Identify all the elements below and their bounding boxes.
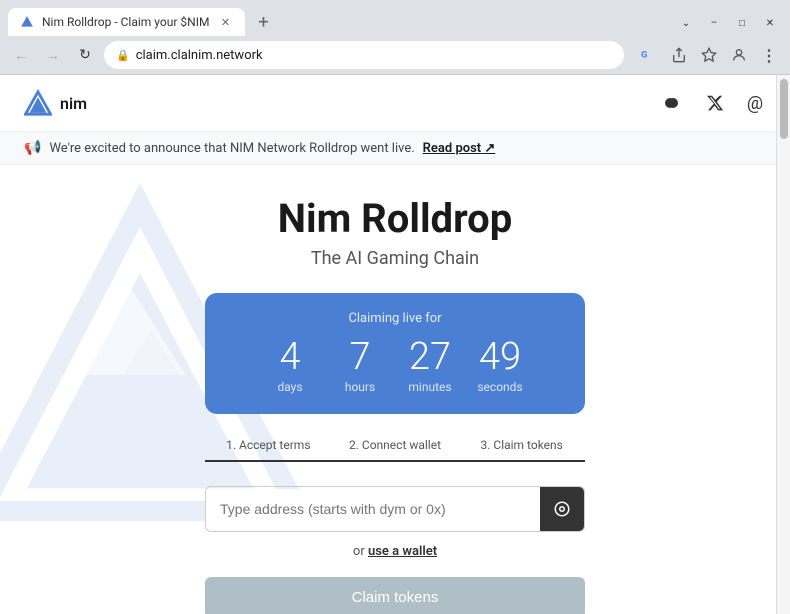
minutes-value: 27 [409,338,451,376]
google-icon[interactable]: G [636,42,662,68]
video-icon[interactable] [664,92,686,114]
announcement-text: We're excited to announce that NIM Netwo… [49,141,414,156]
main-content: Nim Rolldrop The AI Gaming Chain Claimin… [0,165,790,614]
browser-content-wrapper: nim @ 📢 We're excited to announce that N… [0,75,790,614]
use-wallet-link[interactable]: use a wallet [368,544,437,559]
page-title: Nim Rolldrop [20,195,770,242]
announcement-icon: 📢 [24,140,41,156]
site-header-icons: @ [664,92,766,114]
hours-unit: hours [345,380,375,394]
profile-icon[interactable] [726,42,752,68]
svg-text:G: G [641,50,647,61]
tab-bar: Nim Rolldrop - Claim your $NIM ✕ + ⌄ – □… [0,0,790,36]
minimize-button[interactable]: ⌄ [674,14,698,32]
days-value: 4 [279,338,300,376]
countdown-hours: 7 hours [335,338,385,394]
step-1[interactable]: 1. Accept terms [205,438,332,462]
announcement-bar: 📢 We're excited to announce that NIM Net… [0,132,790,165]
seconds-unit: seconds [477,380,522,394]
tab-favicon [20,15,34,29]
days-unit: days [277,380,302,394]
logo-icon [24,89,52,117]
lock-icon: 🔒 [116,49,130,62]
minutes-unit: minutes [408,380,451,394]
share-icon[interactable] [666,42,692,68]
steps-bar: 1. Accept terms 2. Connect wallet 3. Cla… [205,438,585,462]
logo-text: nim [60,94,87,113]
browser-chrome: Nim Rolldrop - Claim your $NIM ✕ + ⌄ – □… [0,0,790,75]
browser-menu-button[interactable]: ⋮ [756,42,782,68]
countdown-days: 4 days [265,338,315,394]
step-2[interactable]: 2. Connect wallet [332,438,459,462]
back-button[interactable]: ← [8,42,34,68]
countdown-label: Claiming live for [235,311,555,326]
tab-close-button[interactable]: ✕ [217,14,233,30]
site-logo: nim [24,89,87,117]
countdown-numbers: 4 days 7 hours 27 minutes 49 [235,338,555,394]
announcement-link[interactable]: Read post ↗ [423,141,496,156]
forward-button[interactable]: → [40,42,66,68]
scroll-thumb[interactable] [780,79,788,139]
seconds-value: 49 [479,338,521,376]
wallet-link-row: or use a wallet [20,544,770,559]
refresh-button[interactable]: ↻ [72,42,98,68]
countdown-minutes: 27 minutes [405,338,455,394]
page-content: nim @ 📢 We're excited to announce that N… [0,75,790,614]
bookmark-star-icon[interactable] [696,42,722,68]
window-controls: ⌄ – □ ✕ [674,14,782,36]
content-center: Nim Rolldrop The AI Gaming Chain Claimin… [0,165,790,614]
external-link-icon: ↗ [484,141,495,156]
countdown-box: Claiming live for 4 days 7 hours 27 minu [205,293,585,414]
site-header: nim @ [0,75,790,132]
tab-title: Nim Rolldrop - Claim your $NIM [42,15,209,29]
address-bar[interactable]: 🔒 claim.clalnim.network [104,41,624,69]
step-3[interactable]: 3. Claim tokens [458,438,585,462]
address-submit-button[interactable] [540,487,584,531]
address-bar-row: ← → ↻ 🔒 claim.clalnim.network G ⋮ [0,36,790,74]
x-twitter-icon[interactable] [704,92,726,114]
wallet-or-text: or [353,544,365,559]
active-tab[interactable]: Nim Rolldrop - Claim your $NIM ✕ [8,8,245,36]
countdown-seconds: 49 seconds [475,338,525,394]
new-tab-button[interactable]: + [249,8,277,36]
minimize-window-button[interactable]: – [702,14,726,32]
at-icon[interactable]: @ [744,92,766,114]
maximize-window-button[interactable]: □ [730,14,754,32]
browser-toolbar: G ⋮ [636,42,782,68]
close-window-button[interactable]: ✕ [758,14,782,32]
address-input-container [205,486,585,532]
url-text: claim.clalnim.network [136,48,263,63]
page-subtitle: The AI Gaming Chain [20,248,770,269]
claim-tokens-button[interactable]: Claim tokens [205,577,585,614]
hours-value: 7 [349,338,370,376]
address-input[interactable] [206,489,540,529]
